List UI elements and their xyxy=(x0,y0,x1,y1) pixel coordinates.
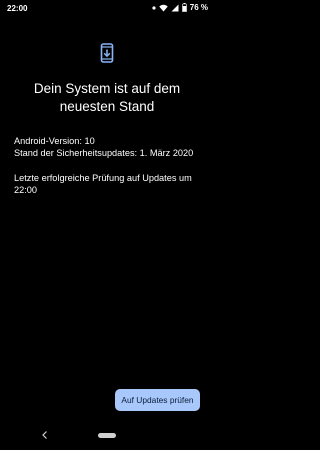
signal-icon xyxy=(171,4,179,11)
check-for-updates-button[interactable]: Auf Updates prüfen xyxy=(115,389,200,411)
page-title: Dein System ist auf dem neuesten Stand xyxy=(33,81,181,114)
system-update-phone-icon xyxy=(100,43,114,63)
wifi-icon xyxy=(159,4,168,11)
android-version: Android-Version: 10 xyxy=(14,136,95,146)
battery-percent: 76 % xyxy=(189,3,208,12)
back-icon[interactable] xyxy=(40,430,50,440)
status-icons: 76 % xyxy=(152,3,208,12)
security-patch-level: Stand der Sicherheitsupdates: 1. März 20… xyxy=(14,148,194,158)
last-update-check: Letzte erfolgreiche Prüfung auf Updates … xyxy=(14,173,192,195)
dot-icon xyxy=(152,5,156,10)
home-pill[interactable] xyxy=(98,433,116,438)
battery-icon xyxy=(181,3,187,12)
status-time: 22:00 xyxy=(7,4,28,13)
status-bar: 22:00 76 % xyxy=(0,0,214,16)
